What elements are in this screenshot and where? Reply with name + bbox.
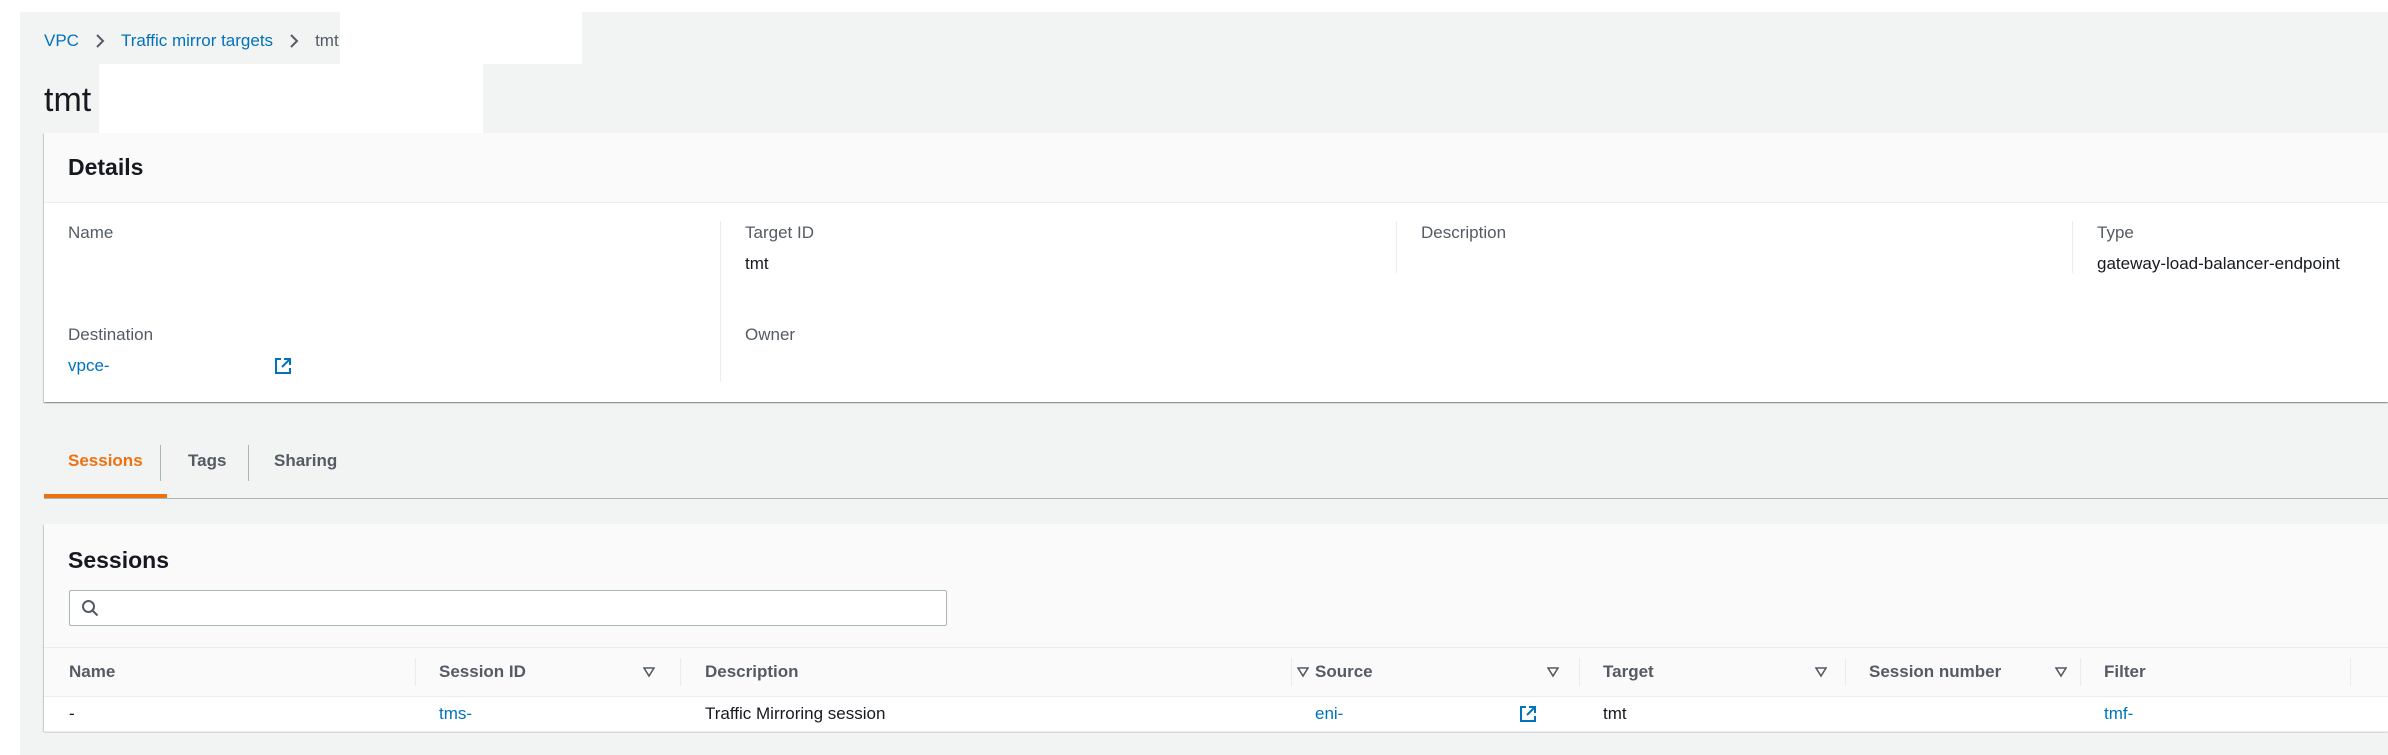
breadcrumb-item-vpc[interactable]: VPC	[44, 31, 79, 51]
column-divider	[2080, 658, 2081, 686]
external-link-icon[interactable]	[1519, 705, 1537, 723]
column-header-name-label: Name	[69, 662, 116, 681]
column-divider	[2350, 658, 2351, 686]
tab-sharing[interactable]: Sharing	[250, 430, 361, 496]
details-header: Details	[44, 133, 2388, 203]
search-icon	[82, 600, 99, 617]
column-header-description-label: Description	[705, 662, 799, 681]
field-target-id-label: Target ID	[745, 223, 814, 242]
field-destination-label: Destination	[68, 325, 154, 344]
sort-caret-icon	[1547, 667, 1559, 678]
field-name-label: Name	[68, 223, 114, 242]
field-type-label: Type	[2097, 223, 2134, 242]
column-header-session-id-label: Session ID	[439, 662, 526, 681]
sort-caret-icon	[1815, 667, 1827, 678]
cell-source-link[interactable]: eni-	[1315, 697, 1343, 731]
field-owner-label: Owner	[745, 325, 796, 344]
column-header-filter[interactable]: Filter	[2104, 648, 2146, 696]
field-type-value: gateway-load-balancer-endpoint	[2097, 254, 2340, 273]
cell-session-id-link[interactable]: tms-	[439, 697, 472, 731]
column-divider	[415, 658, 416, 686]
column-divider	[1291, 658, 1292, 686]
search-box	[69, 590, 947, 626]
column-divider	[1396, 221, 1397, 273]
redaction-block	[340, 12, 582, 64]
breadcrumb: VPC Traffic mirror targets tmt	[44, 30, 339, 52]
field-owner: Owner	[745, 324, 1385, 355]
cell-target: tmt	[1603, 704, 1627, 723]
details-title: Details	[68, 154, 144, 180]
field-name: Name	[68, 222, 708, 253]
column-header-session-id[interactable]: Session ID	[439, 648, 699, 696]
column-divider	[2072, 221, 2073, 273]
tab-divider	[248, 445, 249, 481]
column-header-session-number-label: Session number	[1869, 662, 2002, 681]
column-header-name[interactable]: Name	[69, 648, 115, 696]
table-header: Name Session ID Description Source Targe…	[44, 648, 2388, 697]
column-header-source-label: Source	[1315, 662, 1373, 681]
column-divider	[680, 658, 681, 686]
column-header-source[interactable]: Source	[1315, 648, 1595, 696]
details-card: Details Name Target ID tmt Description T…	[44, 133, 2388, 402]
tab-sessions[interactable]: Sessions	[44, 430, 167, 498]
column-divider	[1579, 658, 1580, 686]
field-target-id-value: tmt	[745, 254, 769, 273]
sessions-card: Sessions Name Session ID Description Sou…	[44, 524, 2388, 732]
field-target-id: Target ID tmt	[745, 222, 1385, 275]
column-header-description[interactable]: Description	[705, 648, 1325, 696]
sessions-title: Sessions	[68, 547, 169, 573]
tab-tags[interactable]: Tags	[164, 430, 250, 496]
table-row: - tms- Traffic Mirroring session eni- tm…	[44, 697, 2388, 732]
cell-name: -	[69, 704, 75, 723]
external-link-icon[interactable]	[274, 357, 292, 375]
destination-link[interactable]: vpce-	[68, 356, 110, 375]
chevron-right-icon	[96, 34, 105, 48]
tab-bar: Sessions Tags Sharing	[44, 430, 2388, 499]
sort-caret-icon	[2055, 667, 2067, 678]
field-destination-value-wrap: vpce-	[68, 355, 708, 377]
column-divider	[1845, 658, 1846, 686]
column-header-filter-label: Filter	[2104, 662, 2146, 681]
field-destination: Destination vpce-	[68, 324, 708, 377]
breadcrumb-item-traffic-mirror-targets[interactable]: Traffic mirror targets	[121, 31, 273, 51]
column-header-target-label: Target	[1603, 662, 1654, 681]
redaction-block	[99, 64, 483, 134]
field-description-label: Description	[1421, 223, 1507, 242]
column-header-target[interactable]: Target	[1603, 648, 1863, 696]
column-header-session-number[interactable]: Session number	[1869, 648, 2069, 696]
field-description: Description	[1421, 222, 2061, 253]
sort-caret-icon	[643, 667, 655, 678]
search-input[interactable]	[110, 591, 934, 625]
breadcrumb-current: tmt	[315, 31, 339, 50]
cell-filter-link[interactable]: tmf-	[2104, 697, 2133, 731]
chevron-right-icon	[290, 34, 299, 48]
sort-caret-icon	[1297, 667, 1309, 678]
cell-description: Traffic Mirroring session	[705, 704, 886, 723]
tab-divider	[160, 445, 161, 481]
column-divider	[720, 221, 721, 382]
sessions-header: Sessions	[44, 524, 2388, 648]
page-title: tmt	[44, 81, 92, 119]
field-type: Type gateway-load-balancer-endpoint	[2097, 222, 2377, 275]
